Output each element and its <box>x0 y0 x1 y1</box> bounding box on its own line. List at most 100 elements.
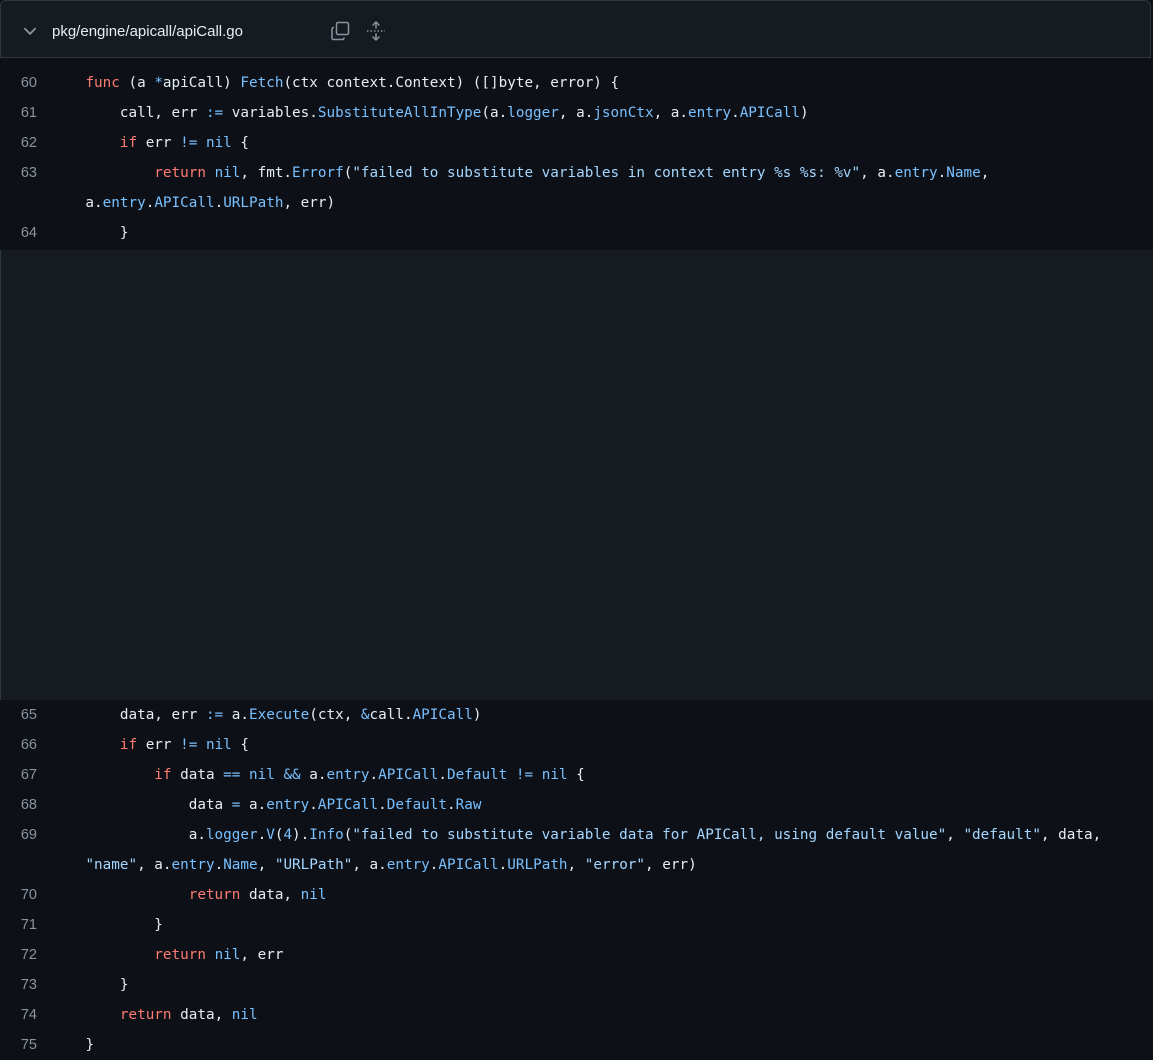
code-token: } <box>85 1037 95 1053</box>
line-number[interactable]: 67 <box>0 760 37 790</box>
code-token: if <box>119 737 138 753</box>
code-text: return nil, fmt.Errorf("failed to substi… <box>51 158 989 188</box>
line-number[interactable]: 74 <box>0 1000 37 1030</box>
code-token: (ctx context.Context) ([]byte, error) { <box>283 75 620 91</box>
code-token: , a. <box>860 165 895 181</box>
code-line: 70 return data, nil <box>0 880 1153 910</box>
code-line: 72 return nil, err <box>0 940 1153 970</box>
code-token: apiCall) <box>162 75 241 91</box>
code-token: "error" <box>584 857 646 873</box>
line-number[interactable]: 64 <box>0 218 37 248</box>
code-token: return <box>119 1007 172 1023</box>
code-token: err <box>137 135 181 151</box>
code-token: nil <box>205 135 232 151</box>
expand-icon[interactable] <box>365 20 387 42</box>
file-header: pkg/engine/apicall/apiCall.go <box>0 0 1151 58</box>
code-token: Info <box>309 827 344 843</box>
code-line: 69 a.logger.V(4).Info("failed to substit… <box>0 820 1153 850</box>
code-line: 61 call, err := variables.SubstituteAllI… <box>0 98 1153 128</box>
code-token: APICall <box>154 195 215 211</box>
code-token: := <box>205 105 224 121</box>
code-token: return <box>154 947 206 963</box>
copy-icon[interactable] <box>330 20 352 42</box>
line-number[interactable]: 68 <box>0 790 37 820</box>
code-token: data, <box>171 1007 232 1023</box>
line-number[interactable]: 60 <box>0 68 37 98</box>
code-line: 73 } <box>0 970 1153 1000</box>
line-number[interactable]: 65 <box>0 700 37 730</box>
code-token: . <box>214 195 224 211</box>
code-token: APICall <box>412 707 473 723</box>
code-token: URLPath <box>223 195 284 211</box>
line-number[interactable]: 62 <box>0 128 37 158</box>
code-token: ). <box>292 827 310 843</box>
code-token: logger <box>507 105 559 121</box>
code-token: != <box>180 135 198 151</box>
chevron-down-icon[interactable] <box>21 22 39 40</box>
code-token: nil <box>249 767 275 783</box>
code-token: if <box>154 767 172 783</box>
code-token: 4 <box>283 827 293 843</box>
code-token: APICall <box>378 767 439 783</box>
code-token: & <box>360 707 370 723</box>
line-number[interactable]: 69 <box>0 820 37 850</box>
code-text: func (a *apiCall) Fetch(ctx context.Cont… <box>51 68 619 98</box>
line-number[interactable]: 75 <box>0 1030 37 1060</box>
code-token: nil <box>214 947 241 963</box>
code-line: 64 } <box>0 218 1153 248</box>
code-token: "URLPath" <box>274 857 353 873</box>
code-token: data <box>171 767 224 783</box>
code-text: return data, nil <box>51 880 327 910</box>
code-token: nil <box>231 1007 258 1023</box>
code-token: . <box>438 767 448 783</box>
code-token: V <box>266 827 275 843</box>
code-token: { <box>231 737 250 753</box>
code-token: . <box>498 857 508 873</box>
code-line: 60 func (a *apiCall) Fetch(ctx context.C… <box>0 68 1153 98</box>
code-token: } <box>154 917 163 933</box>
line-number[interactable]: 73 <box>0 970 37 1000</box>
code-token: call, err <box>119 105 206 121</box>
line-number[interactable]: 72 <box>0 940 37 970</box>
code-token: (a. <box>481 105 508 121</box>
code-line-wrap: "name", a.entry.Name, "URLPath", a.entry… <box>0 850 1153 880</box>
code-token: , <box>257 857 275 873</box>
code-token: nil <box>541 767 568 783</box>
code-token: , err) <box>283 195 336 211</box>
code-token: Default <box>386 797 448 813</box>
code-token: "default" <box>963 827 1041 843</box>
code-token: . <box>309 797 318 813</box>
line-number[interactable]: 61 <box>0 98 37 128</box>
line-number[interactable]: 71 <box>0 910 37 940</box>
code-token: return <box>154 165 206 181</box>
code-token: . <box>937 165 947 181</box>
file-path[interactable]: pkg/engine/apicall/apiCall.go <box>52 22 243 42</box>
code-token: } <box>119 225 129 241</box>
code-text: a.logger.V(4).Info("failed to substitute… <box>51 820 1101 850</box>
line-number[interactable]: 70 <box>0 880 37 910</box>
code-token: call. <box>369 707 413 723</box>
line-number[interactable]: 66 <box>0 730 37 760</box>
code-token: && <box>283 767 301 783</box>
code-token: entry <box>326 767 370 783</box>
code-token: SubstituteAllInType <box>317 105 482 121</box>
code-text: data, err := a.Execute(ctx, &call.APICal… <box>51 700 482 730</box>
code-token: := <box>205 707 224 723</box>
code-token: a. <box>188 827 206 843</box>
code-token: != <box>515 767 534 783</box>
code-token: variables. <box>223 105 318 121</box>
code-token: } <box>119 977 129 993</box>
line-number[interactable]: 63 <box>0 158 37 188</box>
